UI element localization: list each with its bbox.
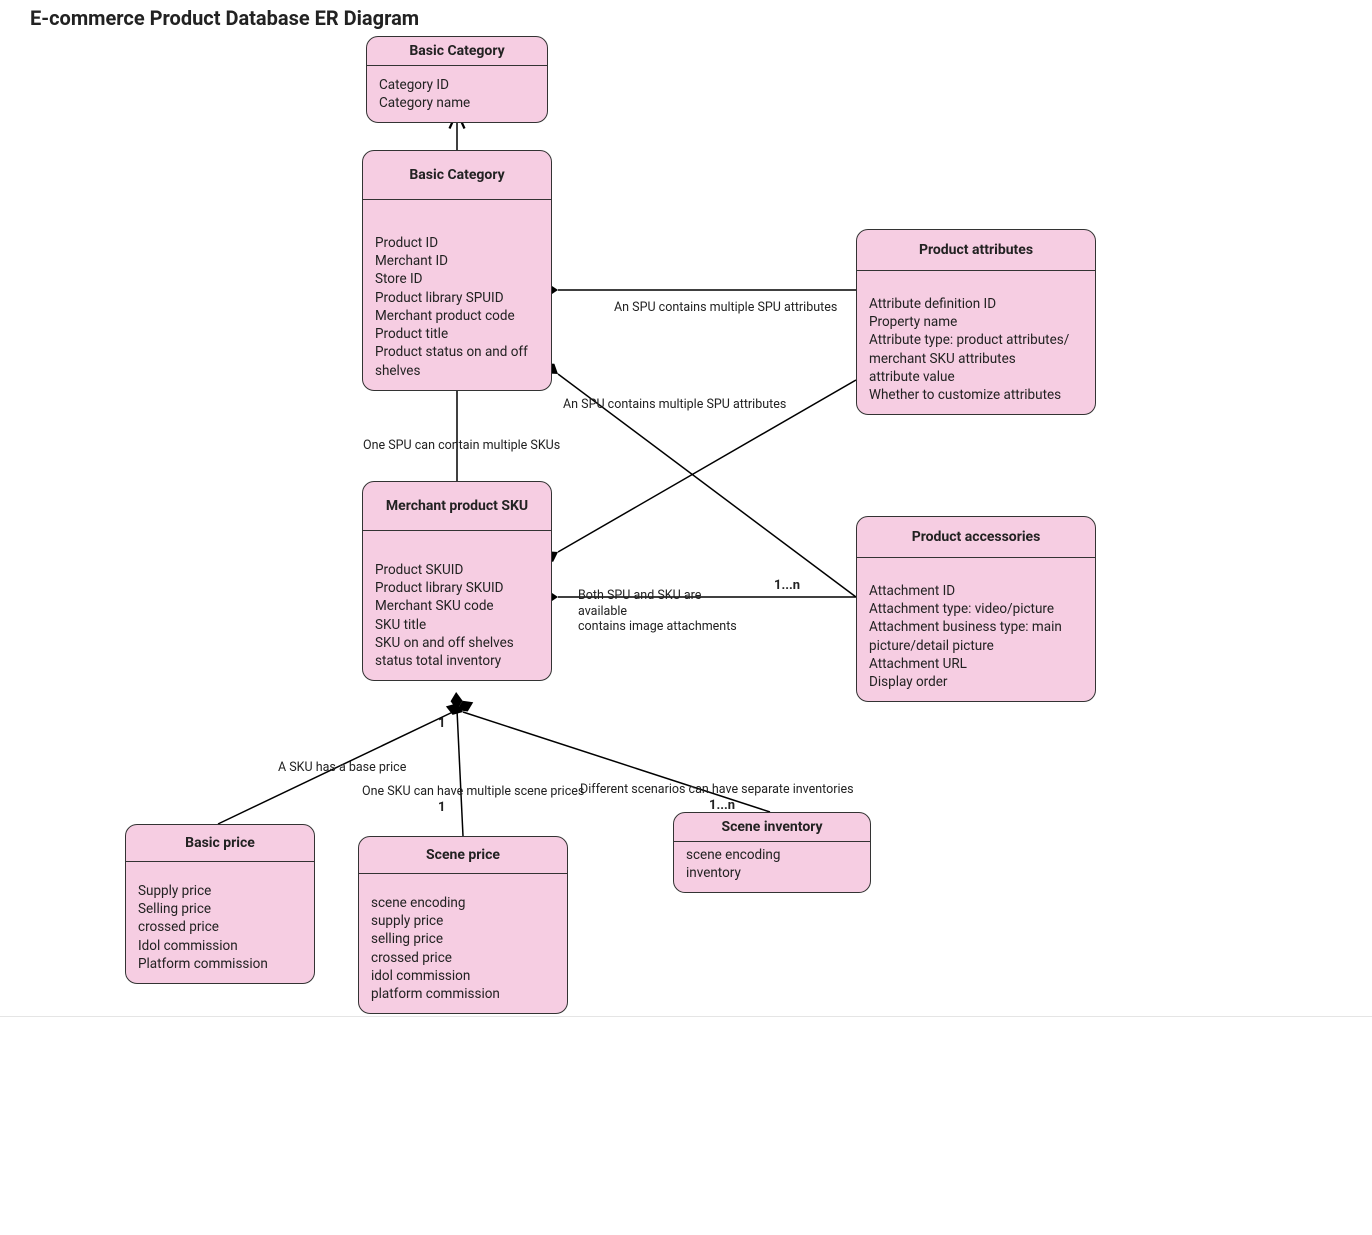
attr: Attachment business type: main picture/d… — [869, 618, 1083, 654]
entity-scene-price: Scene price scene encoding supply price … — [358, 836, 568, 1014]
mult-accessories: 1...n — [774, 578, 800, 593]
attr: Platform commission — [138, 955, 302, 973]
attr: Category name — [379, 94, 535, 112]
attr: Product library SKUID — [375, 579, 539, 597]
label-spu-has-attrs: An SPU contains multiple SPU attributes — [614, 300, 837, 316]
entity-body: Product SKUID Product library SKUID Merc… — [363, 531, 551, 680]
entity-basic-category-top: Basic Category Category ID Category name — [366, 36, 548, 123]
attr: Merchant SKU code — [375, 597, 539, 615]
attr: Attribute type: product attributes/ merc… — [869, 331, 1083, 367]
attr: SKU title — [375, 616, 539, 634]
entity-body: Product ID Merchant ID Store ID Product … — [363, 200, 551, 390]
attr: Attribute definition ID — [869, 295, 1083, 313]
attr: SKU on and off shelves status total inve… — [375, 634, 539, 670]
attr: Store ID — [375, 270, 539, 288]
attr: inventory — [686, 864, 858, 882]
entity-body: scene encoding supply price selling pric… — [359, 874, 567, 1013]
label-scene-inventory: Different scenarios can have separate in… — [580, 782, 854, 798]
attr: Product title — [375, 325, 539, 343]
attr: scene encoding — [686, 846, 858, 864]
entity-body: scene encoding inventory — [674, 842, 870, 892]
entity-header: Product attributes — [857, 230, 1095, 271]
entity-body: Attachment ID Attachment type: video/pic… — [857, 558, 1095, 701]
entity-header: Basic Category — [363, 151, 551, 200]
attr: scene encoding — [371, 894, 555, 912]
attr: Attachment type: video/picture — [869, 600, 1083, 618]
mult-scene-price-upper: 1 — [438, 800, 445, 815]
entity-header: Product accessories — [857, 517, 1095, 558]
attr: Attachment ID — [869, 582, 1083, 600]
attr: Merchant ID — [375, 252, 539, 270]
attr: Idol commission — [138, 937, 302, 955]
attr: crossed price — [138, 918, 302, 936]
label-accessories-note: Both SPU and SKU are available contains … — [578, 588, 748, 635]
entity-product-attributes: Product attributes Attribute definition … — [856, 229, 1096, 415]
page-title: E-commerce Product Database ER Diagram — [30, 6, 419, 30]
attr: Product status on and off shelves — [375, 343, 539, 379]
attr: Product ID — [375, 234, 539, 252]
entity-product-accessories: Product accessories Attachment ID Attach… — [856, 516, 1096, 702]
entity-basic-price: Basic price Supply price Selling price c… — [125, 824, 315, 984]
attr: Display order — [869, 673, 1083, 691]
label-scene-price: One SKU can have multiple scene prices — [362, 784, 584, 800]
mult-sku-lower: 1 — [438, 716, 445, 731]
attr: Product SKUID — [375, 561, 539, 579]
attr: Merchant product code — [375, 307, 539, 325]
mult-scene-inventory: 1...n — [709, 798, 735, 813]
attr: supply price — [371, 912, 555, 930]
entity-merchant-sku: Merchant product SKU Product SKUID Produ… — [362, 481, 552, 681]
entity-body: Supply price Selling price crossed price… — [126, 862, 314, 983]
attr: Attachment URL — [869, 655, 1083, 673]
entity-header: Scene price — [359, 837, 567, 874]
entity-scene-inventory: Scene inventory scene encoding inventory — [673, 812, 871, 893]
attr: Whether to customize attributes — [869, 386, 1083, 404]
attr: platform commission — [371, 985, 555, 1003]
attr: Product library SPUID — [375, 289, 539, 307]
entity-basic-category-main: Basic Category Product ID Merchant ID St… — [362, 150, 552, 391]
entity-header: Basic Category — [367, 37, 547, 66]
attr: idol commission — [371, 967, 555, 985]
label-basic-price: A SKU has a base price — [278, 760, 406, 776]
attr: Supply price — [138, 882, 302, 900]
label-sku-has-attrs: An SPU contains multiple SPU attributes — [563, 397, 786, 413]
entity-header: Basic price — [126, 825, 314, 862]
attr: Property name — [869, 313, 1083, 331]
attr: crossed price — [371, 949, 555, 967]
label-spu-has-skus: One SPU can contain multiple SKUs — [363, 438, 560, 454]
attr: Category ID — [379, 76, 535, 94]
attr: attribute value — [869, 368, 1083, 386]
attr: Selling price — [138, 900, 302, 918]
entity-header: Merchant product SKU — [363, 482, 551, 531]
footer-divider — [0, 1016, 1372, 1017]
entity-body: Category ID Category name — [367, 66, 547, 122]
attr: selling price — [371, 930, 555, 948]
entity-header: Scene inventory — [674, 813, 870, 842]
entity-body: Attribute definition ID Property name At… — [857, 271, 1095, 414]
